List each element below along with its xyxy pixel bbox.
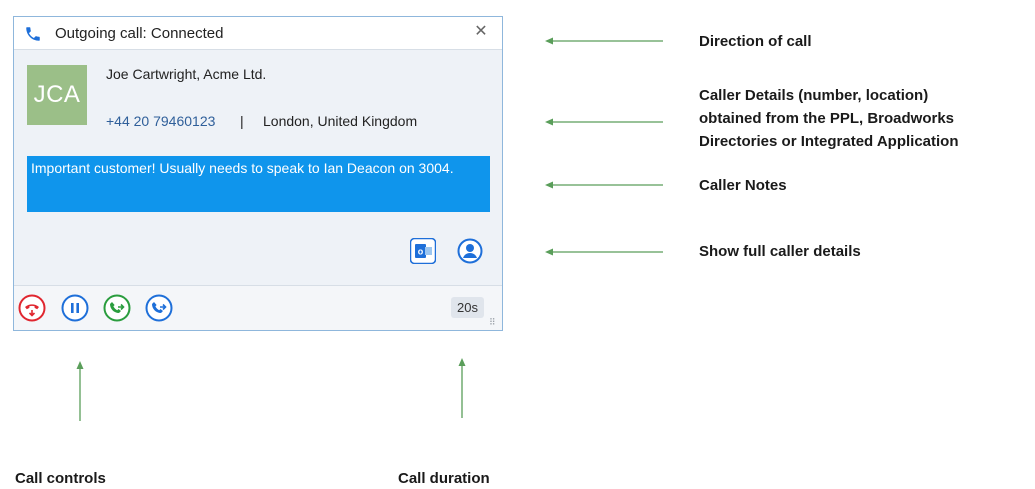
caller-notes: Important customer! Usually needs to spe… <box>27 156 490 212</box>
full-details-arrow-icon <box>545 248 663 256</box>
end-call-button[interactable] <box>18 294 46 322</box>
call-status-title: Outgoing call: Connected <box>55 25 224 42</box>
direction-arrow-icon <box>545 37 663 45</box>
avatar: JCA <box>27 65 87 125</box>
svg-text:o: o <box>418 247 424 257</box>
annotation-caller-details-line-2: obtained from the PPL, Broadworks <box>699 110 955 127</box>
annotation-call-duration: Call duration <box>398 470 490 487</box>
call-popup-window: Outgoing call: Connected ✕ JCA Joe Cartw… <box>13 16 503 331</box>
phone-icon <box>26 27 40 41</box>
annotation-direction: Direction of call <box>699 33 812 50</box>
resize-grip-icon[interactable]: ⠿ <box>489 317 499 327</box>
caller-location: London, United Kingdom <box>263 113 418 129</box>
call-duration-badge: 20s <box>451 297 484 318</box>
outlook-contact-button[interactable]: o <box>410 238 436 264</box>
caller-details-arrow-icon <box>545 118 663 126</box>
caller-number[interactable]: +44 20 79460123 <box>106 113 215 129</box>
caller-name: Joe Cartwright, Acme Ltd. <box>106 66 267 82</box>
annotation-caller-details-line-3: Directories or Integrated Application <box>699 133 959 150</box>
title-bar: Outgoing call: Connected ✕ <box>14 17 502 50</box>
hold-button[interactable] <box>61 294 89 322</box>
call-controls-arrow-icon <box>76 361 84 421</box>
caller-notes-arrow-icon <box>545 181 663 189</box>
consult-transfer-button[interactable] <box>103 294 131 322</box>
annotation-caller-notes: Caller Notes <box>699 177 787 194</box>
close-icon[interactable]: ✕ <box>472 23 490 41</box>
annotation-call-controls: Call controls <box>15 470 106 487</box>
blind-transfer-button[interactable] <box>145 294 173 322</box>
show-contact-details-button[interactable] <box>457 238 483 264</box>
call-controls-bar: 20s ⠿ <box>14 285 502 330</box>
annotation-full-details: Show full caller details <box>699 243 861 260</box>
annotation-caller-details-line-1: Caller Details (number, location) <box>699 87 929 104</box>
call-duration-arrow-icon <box>458 358 466 418</box>
caller-separator: | <box>240 113 244 129</box>
